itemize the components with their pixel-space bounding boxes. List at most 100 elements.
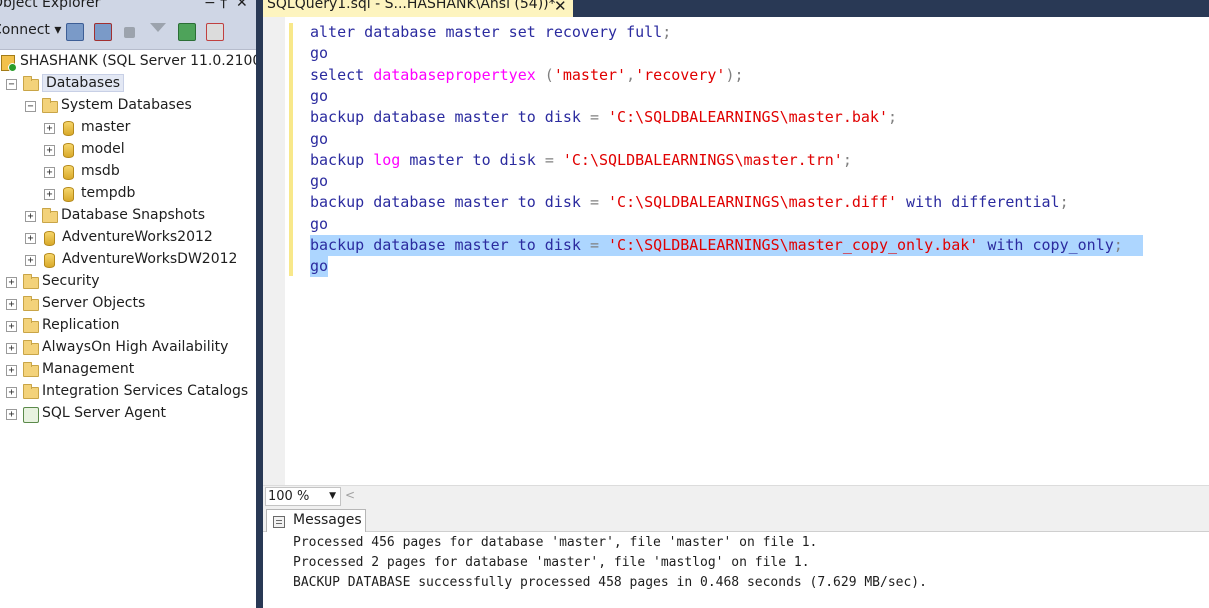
collapse-icon[interactable]: − [6,79,17,90]
expand-icon[interactable]: + [44,145,55,156]
database-icon [63,143,74,158]
zoom-dropdown[interactable]: 100 % ▼ [265,487,341,506]
object-explorer-title: Object Explorer [0,0,101,11]
connect-object-explorer-icon[interactable] [66,23,84,41]
expand-icon[interactable]: + [25,255,36,266]
tab-messages[interactable]: Messages [266,509,366,533]
zoom-bar: 100 % ▼ < [263,485,1209,507]
tree-item[interactable]: + SQL Server Agent [0,404,256,426]
query-editor[interactable]: alter database master set recovery full;… [263,17,1209,485]
code-token: go [310,44,329,63]
code-token: go [310,86,329,105]
expand-icon[interactable]: + [6,387,17,398]
tree-item[interactable]: − System Databases [0,96,256,118]
tree-item-label: Database Snapshots [61,207,205,223]
panel-splitter[interactable] [256,0,263,608]
code-token: 'recovery' [635,65,726,84]
tree-item-label: AdventureWorks2012 [62,229,213,245]
tree-item[interactable]: + Management [0,360,256,382]
database-icon [63,121,74,136]
code-token: ; [842,150,852,169]
disconnect-icon[interactable] [94,23,112,41]
connect-button[interactable]: Connect ▾ [0,22,61,38]
tree-item[interactable]: − Databases [0,74,256,96]
stop-icon[interactable] [124,27,135,38]
code-token: ; [1113,236,1123,254]
expand-icon[interactable]: + [6,277,17,288]
expand-icon[interactable]: + [44,167,55,178]
code-line[interactable]: go [310,43,328,64]
refresh-icon[interactable] [178,23,196,41]
code-line[interactable]: backup database master to disk = 'C:\SQL… [310,192,1069,213]
expand-icon[interactable]: + [6,365,17,376]
tree-item[interactable]: + AlwaysOn High Availability [0,338,256,360]
expand-icon[interactable]: + [25,233,36,244]
tree-item-label: Replication [42,317,120,333]
message-line: Processed 2 pages for database 'master',… [293,555,810,570]
object-explorer-toolbar: Connect ▾ [0,14,256,50]
code-line[interactable]: go [310,129,328,150]
tree-item[interactable]: + Server Objects [0,294,256,316]
tree-item[interactable]: + AdventureWorks2012 [0,228,256,250]
expand-icon[interactable]: + [25,211,36,222]
folder-icon [23,318,39,333]
close-icon[interactable]: ✕ [554,0,567,15]
folder-icon [42,98,58,113]
folder-icon [23,362,39,377]
tree-item[interactable]: + AdventureWorksDW2012 [0,250,256,272]
tree-item[interactable]: + Replication [0,316,256,338]
folder-icon [23,384,39,399]
code-token: = [589,236,609,254]
code-token: go [310,129,329,148]
code-token: ; [888,108,898,127]
tab-title: SQLQuery1.sql - S...HASHANK\Ahsi (54))* [267,0,556,12]
code-line[interactable]: backup database master to disk = 'C:\SQL… [310,107,897,128]
tree-item[interactable]: + Database Snapshots [0,206,256,228]
tree-item-label: msdb [81,163,120,179]
code-token: databasepropertyex [373,65,536,84]
folder-icon [23,340,39,355]
scroll-left-icon[interactable]: < [345,488,355,502]
code-line[interactable]: go [310,171,328,192]
expand-icon[interactable]: + [44,189,55,200]
expand-icon[interactable]: + [6,321,17,332]
tree-item[interactable]: + msdb [0,162,256,184]
code-line[interactable]: backup log master to disk = 'C:\SQLDBALE… [310,150,852,171]
database-icon [63,187,74,202]
tree-item-label: Management [42,361,135,377]
expand-icon[interactable]: + [44,123,55,134]
tree-item-label: master [81,119,131,135]
code-token: = [544,150,563,169]
folder-icon [23,76,39,91]
pin-icon[interactable]: − † [204,0,227,11]
tree-item[interactable]: + tempdb [0,184,256,206]
code-token: with differential [897,193,1060,212]
tree-item[interactable]: + master [0,118,256,140]
messages-icon [273,516,285,528]
code-token: alter database master set recovery full [310,23,663,41]
editor-gutter [263,17,285,485]
filter-icon[interactable] [150,23,166,32]
activity-monitor-icon[interactable] [206,23,224,41]
message-line: BACKUP DATABASE successfully processed 4… [293,575,927,590]
tree-item[interactable]: + Security [0,272,256,294]
code-line[interactable]: go [310,214,328,235]
tree-item[interactable]: + Integration Services Catalogs [0,382,256,404]
tree-item-label: AlwaysOn High Availability [42,339,229,355]
code-line[interactable]: select databasepropertyex ('master','rec… [310,65,744,86]
code-line[interactable]: go [310,86,328,107]
code-line[interactable]: go [310,256,329,278]
tree-item[interactable]: + model [0,140,256,162]
tree-item[interactable]: SHASHANK (SQL Server 11.0.2100 [0,52,256,74]
code-line[interactable]: backup database master to disk = 'C:\SQL… [310,235,1143,256]
tab-sqlquery1[interactable]: SQLQuery1.sql - S...HASHANK\Ahsi (54))* … [263,0,573,17]
connect-label: Connect [0,22,50,38]
expand-icon[interactable]: + [6,343,17,354]
expand-icon[interactable]: + [6,409,17,420]
object-explorer-title-bar: Object Explorer − † ✕ [0,0,256,14]
close-icon[interactable]: ✕ [236,0,248,11]
expand-icon[interactable]: + [6,299,17,310]
code-line[interactable]: alter database master set recovery full; [310,22,671,43]
collapse-icon[interactable]: − [25,101,36,112]
zoom-value: 100 % [268,489,310,504]
